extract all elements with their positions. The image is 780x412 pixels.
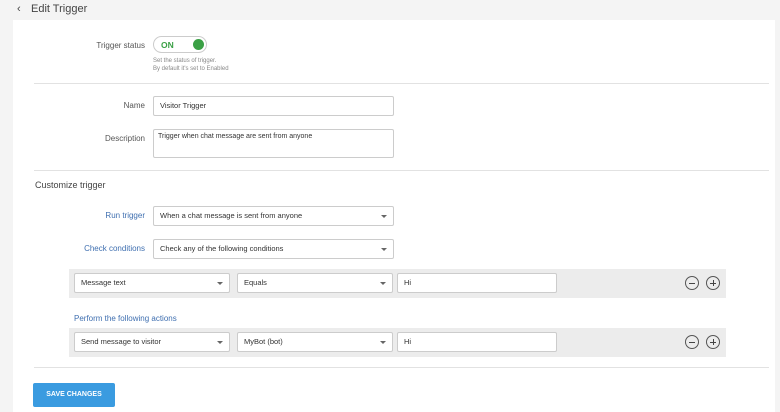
condition-operator-value: Equals [244, 278, 267, 287]
action-row: Send message to visitor MyBot (bot) Hi [69, 328, 726, 357]
divider [34, 83, 769, 84]
run-trigger-select[interactable]: When a chat message is sent from anyone [153, 206, 394, 226]
toggle-text: ON [161, 40, 174, 50]
action-message-input[interactable]: Hi [397, 332, 557, 352]
action-type-value: Send message to visitor [81, 337, 162, 346]
condition-field-value: Message text [81, 278, 126, 287]
divider [34, 170, 769, 171]
name-input[interactable]: Visitor Trigger [153, 96, 394, 116]
status-hint-line-1: Set the status of trigger. [153, 58, 217, 64]
caret-down-icon [217, 341, 223, 344]
divider [34, 367, 769, 368]
toggle-knob [193, 39, 204, 50]
status-hint-line-2: By default it's set to Enabled [153, 66, 229, 72]
trigger-status-label: Trigger status [96, 41, 145, 50]
name-label: Name [123, 101, 145, 110]
check-conditions-label: Check conditions [84, 244, 145, 253]
run-trigger-value: When a chat message is sent from anyone [160, 211, 303, 220]
action-bot-select[interactable]: MyBot (bot) [237, 332, 393, 352]
add-action-button[interactable] [706, 335, 720, 349]
run-trigger-label: Run trigger [105, 211, 145, 220]
perform-actions-title: Perform the following actions [74, 314, 177, 323]
caret-down-icon [380, 341, 386, 344]
back-chevron-icon[interactable]: ‹ [17, 4, 21, 15]
description-label: Description [104, 134, 145, 143]
caret-down-icon [217, 282, 223, 285]
caret-down-icon [381, 215, 387, 218]
description-textarea[interactable]: Trigger when chat message are sent from … [153, 129, 394, 158]
action-bot-value: MyBot (bot) [244, 337, 283, 346]
condition-value-input[interactable]: Hi [397, 273, 557, 293]
add-condition-button[interactable] [706, 276, 720, 290]
condition-field-select[interactable]: Message text [74, 273, 230, 293]
caret-down-icon [380, 282, 386, 285]
edit-trigger-panel: Trigger status ON Set the status of trig… [13, 20, 775, 412]
remove-condition-button[interactable] [685, 276, 699, 290]
condition-row: Message text Equals Hi [69, 269, 726, 298]
action-type-select[interactable]: Send message to visitor [74, 332, 230, 352]
top-bar: ‹ Edit Trigger [0, 0, 780, 19]
minus-icon [689, 342, 695, 343]
minus-icon [689, 283, 695, 284]
customize-trigger-title: Customize trigger [35, 180, 106, 190]
check-conditions-value: Check any of the following conditions [160, 244, 284, 253]
trigger-status-toggle[interactable]: ON [153, 36, 207, 53]
check-conditions-select[interactable]: Check any of the following conditions [153, 239, 394, 259]
caret-down-icon [381, 248, 387, 251]
remove-action-button[interactable] [685, 335, 699, 349]
save-changes-button[interactable]: SAVE CHANGES [33, 383, 115, 407]
condition-operator-select[interactable]: Equals [237, 273, 393, 293]
page-title: Edit Trigger [31, 3, 88, 15]
